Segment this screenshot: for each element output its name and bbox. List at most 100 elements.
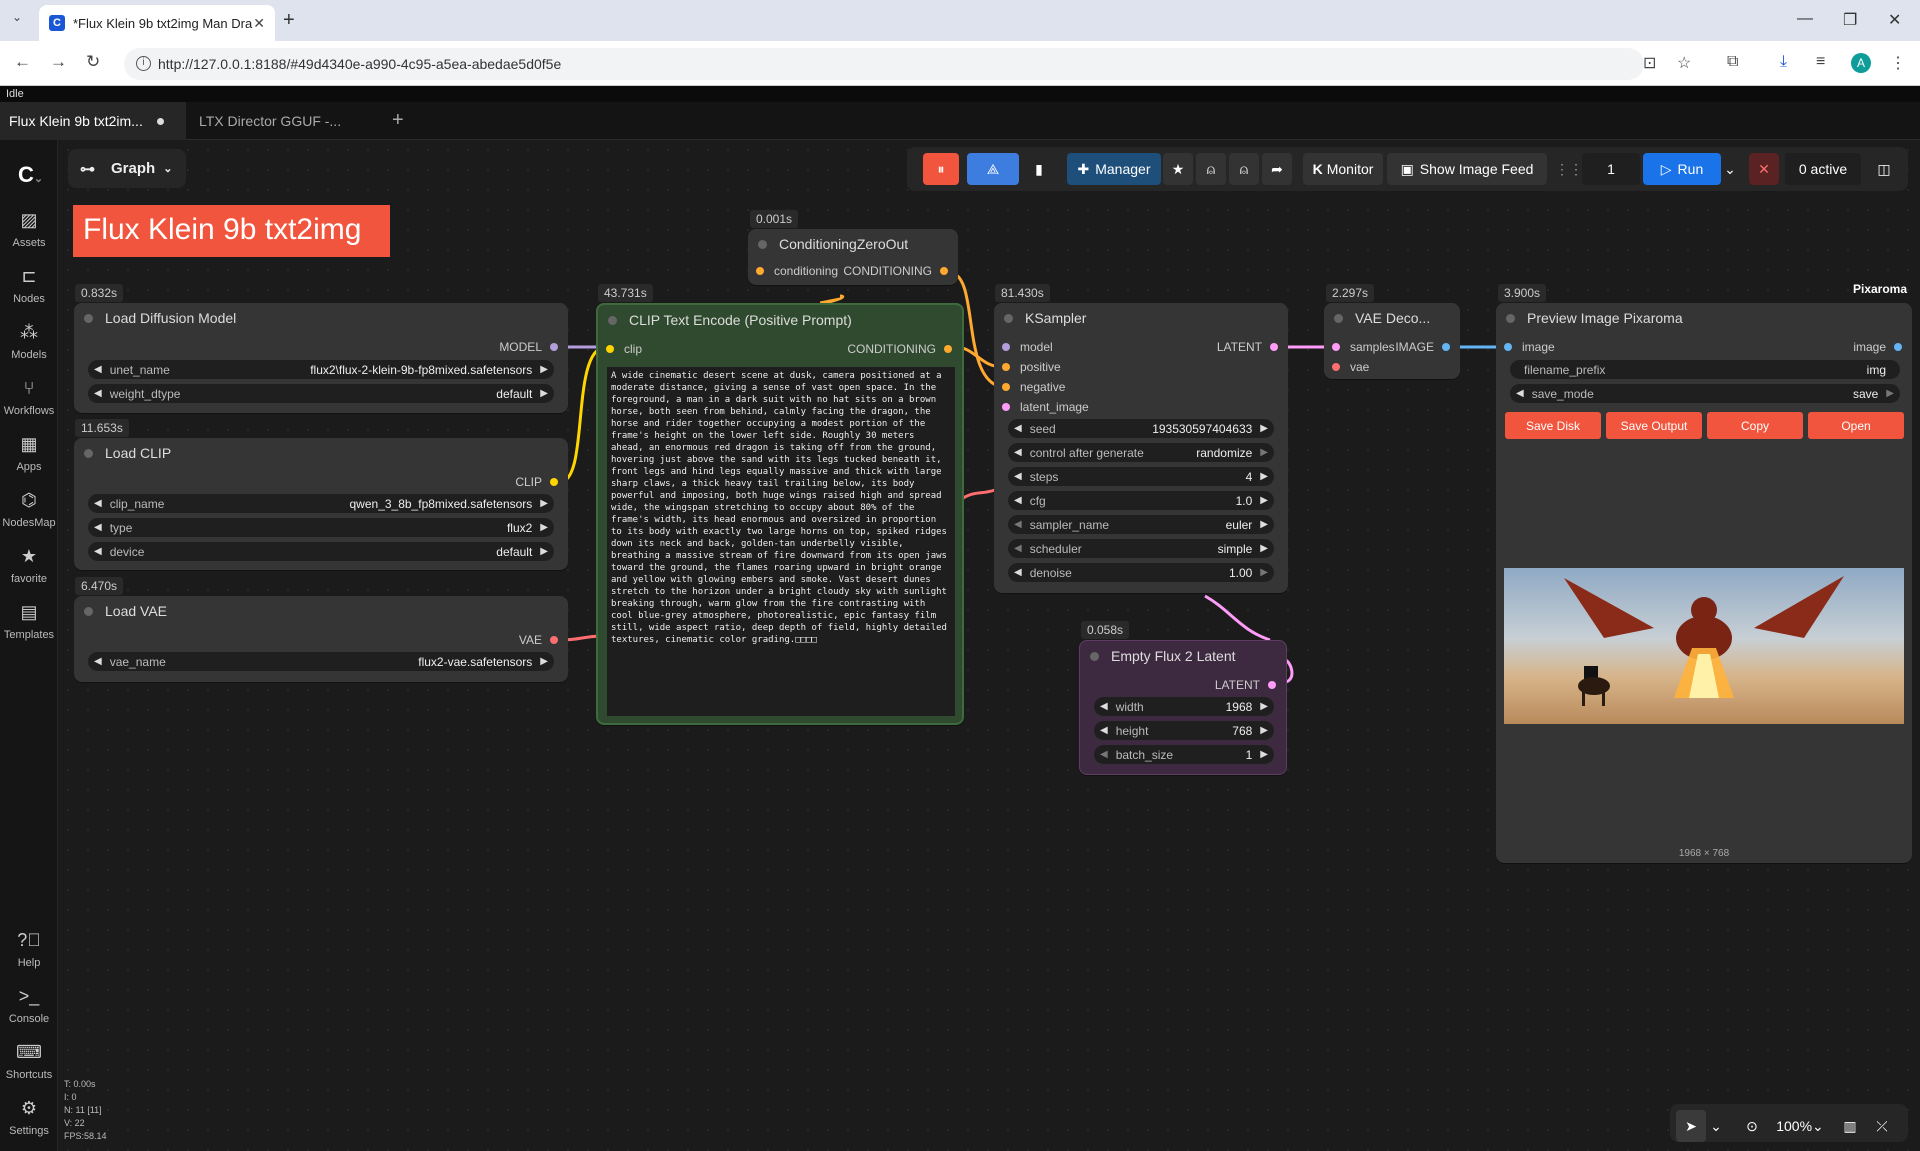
arrow-right-icon[interactable]: ▶ <box>540 656 548 667</box>
node-conditioning-zero-out[interactable]: ConditioningZeroOut conditioning CONDITI… <box>748 229 958 285</box>
widget-scheduler[interactable]: ◀ scheduler simple ▶ <box>1008 539 1274 558</box>
graph-menu-button[interactable]: ⊶ Graph ⌄ <box>68 149 186 188</box>
port-icon[interactable] <box>1442 343 1450 351</box>
widget-device[interactable]: ◀ device default ▶ <box>88 542 554 561</box>
collapse-dot-icon[interactable] <box>84 606 93 616</box>
open-button[interactable]: Open <box>1808 412 1904 439</box>
widget-sampler-name[interactable]: ◀ sampler_name euler ▶ <box>1008 515 1274 534</box>
node-title-bar[interactable]: Empty Flux 2 Latent <box>1080 641 1286 671</box>
cancel-run-button[interactable]: ✕ <box>1749 153 1779 185</box>
output-conditioning[interactable]: CONDITIONING <box>847 342 952 356</box>
drag-handle-icon[interactable]: ⋮⋮ <box>1555 153 1583 185</box>
arrow-left-icon[interactable]: ◀ <box>1100 725 1108 736</box>
input-image[interactable]: image <box>1504 340 1555 354</box>
collapse-dot-icon[interactable] <box>758 239 767 249</box>
port-icon[interactable] <box>1002 383 1010 391</box>
arrow-right-icon[interactable]: ▶ <box>1260 519 1268 530</box>
widget-unet-name[interactable]: ◀ unet_name flux2\flux-2-klein-9b-fp8mixed… <box>88 360 554 379</box>
arrow-left-icon[interactable]: ◀ <box>1014 471 1022 482</box>
audio-bars-icon[interactable]: ⏸ <box>923 153 959 185</box>
widget-vae-name[interactable]: ◀ vae_name flux2-vae.safetensors ▶ <box>88 652 554 671</box>
widget-height[interactable]: ◀ height 768 ▶ <box>1094 721 1274 740</box>
arrow-left-icon[interactable]: ◀ <box>1100 749 1108 760</box>
sidebar-item-nodesmap[interactable]: ⌬ NodesMap <box>0 490 58 529</box>
output-clip[interactable]: CLIP <box>515 475 558 489</box>
port-icon[interactable] <box>1002 403 1010 411</box>
show-image-feed-button[interactable]: ▣ Show Image Feed <box>1387 153 1547 185</box>
run-button[interactable]: ▷ Run <box>1643 153 1721 185</box>
collapse-dot-icon[interactable] <box>1004 313 1013 323</box>
widget-type[interactable]: ◀ type flux2 ▶ <box>88 518 554 537</box>
arrow-right-icon[interactable]: ▶ <box>1260 701 1268 712</box>
port-icon[interactable] <box>1002 363 1010 371</box>
arrow-left-icon[interactable]: ◀ <box>1014 543 1022 554</box>
back-icon[interactable]: ← <box>14 52 31 72</box>
collapse-dot-icon[interactable] <box>1334 313 1343 323</box>
input-conditioning[interactable]: conditioning <box>756 264 838 278</box>
node-load-clip[interactable]: Load CLIP CLIP ◀ clip_name qwen_3_8b_fp8mi… <box>74 438 568 570</box>
input-samples[interactable]: samples <box>1332 340 1395 354</box>
sidebar-item-templates[interactable]: ▤ Templates <box>0 602 58 641</box>
input-positive[interactable]: positive <box>1002 360 1061 374</box>
extensions-icon[interactable]: ⧉ <box>1727 53 1738 71</box>
bookmark-star-icon[interactable]: ☆ <box>1677 53 1691 73</box>
forward-icon[interactable]: → <box>50 52 67 72</box>
widget-save-mode[interactable]: ◀ save_mode save ▶ <box>1510 384 1900 403</box>
output-image[interactable]: IMAGE <box>1395 340 1450 354</box>
panel-toggle-icon[interactable]: ◫ <box>1869 153 1899 185</box>
minimize-icon[interactable]: — <box>1797 10 1813 28</box>
collapse-dot-icon[interactable] <box>84 448 93 458</box>
reload-icon[interactable]: ↻ <box>86 52 100 72</box>
node-load-diffusion-model[interactable]: Load Diffusion Model MODEL ◀ unet_name flu… <box>74 303 568 413</box>
arrow-left-icon[interactable]: ◀ <box>94 522 102 533</box>
copy-button[interactable]: Copy <box>1707 412 1803 439</box>
sidebar-item-workflows[interactable]: ⑂ Workflows <box>0 378 58 417</box>
sidebar-item-favorite[interactable]: ★ favorite <box>0 546 58 585</box>
collapse-dot-icon[interactable] <box>608 315 617 325</box>
node-title-bar[interactable]: Preview Image Pixaroma <box>1496 303 1912 333</box>
sidebar-item-apps[interactable]: ▦ Apps <box>0 434 58 473</box>
arrow-right-icon[interactable]: ▶ <box>1260 447 1268 458</box>
arrow-right-icon[interactable]: ▶ <box>1886 388 1894 399</box>
port-icon[interactable] <box>1270 343 1278 351</box>
node-title-bar[interactable]: Load CLIP <box>74 438 568 468</box>
sidebar-item-models[interactable]: ⁂ Models <box>0 322 58 361</box>
node-vae-decode[interactable]: VAE Deco... samples vae IMAGE <box>1324 303 1460 379</box>
install-app-icon[interactable]: ⊡ <box>1643 53 1656 73</box>
minimap-icon[interactable]: ▥ <box>1838 1110 1862 1142</box>
arrow-left-icon[interactable]: ◀ <box>1014 495 1022 506</box>
arrow-left-icon[interactable]: ◀ <box>94 388 102 399</box>
widget-weight-dtype[interactable]: ◀ weight_dtype default ▶ <box>88 384 554 403</box>
widget-steps[interactable]: ◀ steps 4 ▶ <box>1008 467 1274 486</box>
site-info-icon[interactable]: i <box>136 56 151 71</box>
sidebar-item-assets[interactable]: ▨ Assets <box>0 210 58 249</box>
tab-search-icon[interactable]: ⌄ <box>12 10 22 24</box>
arrow-left-icon[interactable]: ◀ <box>94 546 102 557</box>
port-icon[interactable] <box>940 267 948 275</box>
output-vae[interactable]: VAE <box>519 633 558 647</box>
arrow-right-icon[interactable]: ▶ <box>1260 725 1268 736</box>
port-icon[interactable] <box>1002 343 1010 351</box>
widget-seed[interactable]: ◀ seed 193530597404633 ▶ <box>1008 419 1274 438</box>
browser-menu-icon[interactable]: ⋮ <box>1890 53 1906 73</box>
sidebar-item-shortcuts[interactable]: ⌨ Shortcuts <box>0 1042 58 1081</box>
port-icon[interactable] <box>1332 343 1340 351</box>
input-negative[interactable]: negative <box>1002 380 1065 394</box>
bookmark-icon[interactable]: ▮ <box>1025 153 1053 185</box>
tab-workflow-active[interactable]: Flux Klein 9b txt2im... <box>0 102 186 140</box>
add-workflow-tab-icon[interactable]: + <box>392 109 404 132</box>
arrow-left-icon[interactable]: ◀ <box>94 498 102 509</box>
output-image[interactable]: image <box>1853 340 1902 354</box>
zoom-select[interactable]: 100% ⌄ <box>1770 1110 1830 1142</box>
node-title-bar[interactable]: ConditioningZeroOut <box>748 229 958 259</box>
new-tab-icon[interactable]: + <box>283 9 295 32</box>
arrow-left-icon[interactable]: ◀ <box>94 364 102 375</box>
hide-links-icon[interactable]: ⤫ <box>1870 1110 1894 1142</box>
node-title-bar[interactable]: Load Diffusion Model <box>74 303 568 333</box>
arrow-left-icon[interactable]: ◀ <box>1014 423 1022 434</box>
arrow-left-icon[interactable]: ◀ <box>1014 519 1022 530</box>
widget-clip-name[interactable]: ◀ clip_name qwen_3_8b_fp8mixed.safetensors… <box>88 494 554 513</box>
arrow-left-icon[interactable]: ◀ <box>94 656 102 667</box>
arrow-right-icon[interactable]: ▶ <box>1260 749 1268 760</box>
browser-tab[interactable]: C *Flux Klein 9b txt2img Man Dra ✕ <box>39 5 275 41</box>
